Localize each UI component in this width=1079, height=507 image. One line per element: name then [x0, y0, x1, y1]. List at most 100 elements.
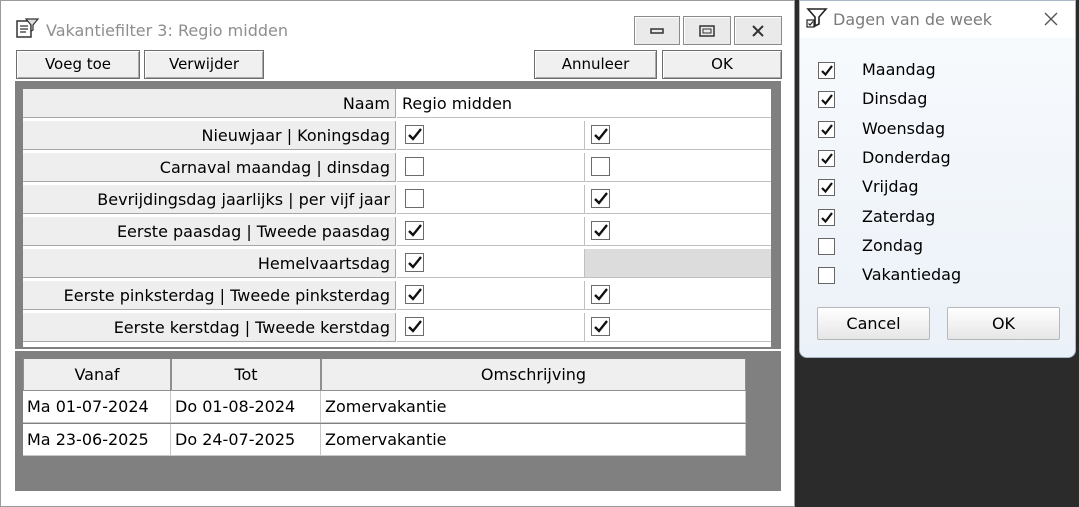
holiday-checkbox-second[interactable] [591, 285, 610, 304]
holiday-checkbox-first[interactable] [405, 285, 424, 304]
close-icon[interactable] [1043, 11, 1059, 27]
holiday-cell-second [585, 185, 771, 214]
vacation-table-body: Vanaf Tot Omschrijving Ma 01-07-2024 Do 01-0… [23, 359, 746, 456]
weekday-checkbox[interactable] [818, 120, 835, 138]
dialog-title-bar[interactable]: Dagen van de week [800, 1, 1075, 38]
holiday-cell-second [585, 153, 771, 182]
vacation-table: Vanaf Tot Omschrijving Ma 01-07-2024 Do 01-0… [15, 351, 781, 491]
weekday-label: Vrijdag [862, 177, 919, 197]
checkmark-icon [594, 128, 608, 141]
checkmark-icon [594, 224, 608, 237]
column-header-description[interactable]: Omschrijving [321, 359, 746, 391]
checkmark-icon [821, 123, 833, 135]
checkmark-icon [594, 320, 608, 333]
holiday-cell-first [397, 313, 585, 342]
add-button[interactable]: Voeg toe [16, 50, 140, 79]
holiday-checkbox-first[interactable] [405, 221, 424, 240]
weekday-checkbox[interactable] [818, 62, 835, 79]
filter-icon [806, 8, 828, 28]
holiday-checkbox-second[interactable] [591, 221, 610, 240]
weekday-checkbox[interactable] [818, 267, 835, 285]
close-icon [752, 24, 764, 37]
holiday-cell-first [397, 185, 585, 214]
maximize-icon [699, 24, 715, 37]
weekday-checkbox[interactable] [818, 149, 835, 167]
weekday-checkbox[interactable] [818, 208, 835, 226]
holiday-checkbox-first[interactable] [405, 125, 424, 144]
dialog-ok-button[interactable]: OK [947, 307, 1060, 340]
holiday-row: Hemelvaartsdag [23, 249, 771, 279]
weekday-option[interactable]: Woensdag [818, 119, 1048, 141]
dialog-body: Cancel OK Maandag Dinsdag Woensdag Donderda… [800, 38, 1075, 357]
remove-button[interactable]: Verwijder [144, 50, 264, 79]
weekday-option[interactable]: Vakantiedag [818, 265, 1048, 287]
name-value: Regio midden [402, 94, 513, 113]
checkmark-icon [821, 153, 833, 165]
checkmark-icon [408, 128, 422, 141]
name-field[interactable]: Regio midden [397, 89, 771, 118]
holiday-row-label: Nieuwjaar | Koningsdag [23, 121, 396, 150]
minimize-button[interactable] [634, 16, 680, 45]
holiday-cell-second [585, 249, 771, 278]
holiday-row-label: Carnaval maandag | dinsdag [23, 153, 396, 182]
holiday-checkbox-first[interactable] [405, 157, 424, 176]
holiday-filter-window: Vakantiefilter 3: Regio midden Voeg toe … [0, 0, 795, 507]
holiday-row: Eerste paasdag | Tweede paasdag [23, 217, 771, 247]
holiday-cell-first [397, 281, 585, 310]
name-row: Naam Regio midden [23, 89, 771, 119]
table-cell[interactable]: Ma 01-07-2024 [23, 391, 171, 423]
holiday-checkbox-second[interactable] [591, 189, 610, 208]
holiday-checkbox-first[interactable] [405, 317, 424, 336]
weekday-option[interactable]: Zondag [818, 236, 1048, 258]
weekday-label: Dinsdag [862, 89, 928, 109]
table-cell[interactable]: Ma 23-06-2025 [23, 424, 171, 456]
maximize-button[interactable] [683, 16, 731, 45]
table-cell[interactable]: Zomervakantie [321, 391, 746, 423]
holiday-cell-first [397, 153, 585, 182]
table-cell[interactable]: Do 01-08-2024 [171, 391, 321, 423]
column-header-to[interactable]: Tot [171, 359, 321, 391]
weekday-checkbox[interactable] [818, 179, 835, 197]
app-icon [16, 18, 40, 38]
holiday-row: Nieuwjaar | Koningsdag [23, 121, 771, 151]
holiday-grid: Naam Regio midden Nieuwjaar | Koningsdag… [15, 81, 781, 349]
window-title: Vakantiefilter 3: Regio midden [46, 21, 289, 40]
table-cell[interactable]: Zomervakantie [321, 424, 746, 456]
weekday-label: Donderdag [862, 147, 951, 167]
holiday-grid-body: Naam Regio midden Nieuwjaar | Koningsdag… [23, 89, 771, 347]
holiday-checkbox-first[interactable] [405, 253, 424, 272]
checkmark-icon [821, 94, 833, 106]
holiday-cell-second [585, 281, 771, 310]
weekday-option[interactable]: Maandag [818, 60, 1048, 82]
holiday-row-label: Eerste paasdag | Tweede paasdag [23, 217, 396, 246]
title-bar[interactable]: Vakantiefilter 3: Regio midden [2, 2, 794, 45]
weekday-checkbox[interactable] [818, 237, 835, 255]
ok-button[interactable]: OK [662, 50, 782, 79]
minimize-icon [650, 27, 664, 34]
holiday-row: Carnaval maandag | dinsdag [23, 153, 771, 183]
holiday-cell-first [397, 249, 585, 278]
column-header-from[interactable]: Vanaf [23, 359, 171, 391]
holiday-checkbox-second[interactable] [591, 317, 610, 336]
holiday-row-label: Hemelvaartsdag [23, 249, 396, 278]
holiday-checkbox-first[interactable] [405, 189, 424, 208]
toolbar: Voeg toe Verwijder Annuleer OK [11, 47, 785, 81]
checkmark-icon [408, 224, 422, 237]
weekday-checkbox[interactable] [818, 91, 835, 109]
dialog-cancel-button[interactable]: Cancel [817, 307, 930, 340]
holiday-row: Eerste kerstdag | Tweede kerstdag [23, 313, 771, 343]
holiday-row: Eerste pinksterdag | Tweede pinksterdag [23, 281, 771, 311]
holiday-cell-first [397, 121, 585, 150]
weekday-option[interactable]: Dinsdag [818, 89, 1048, 111]
holiday-checkbox-second[interactable] [591, 125, 610, 144]
checkmark-icon [821, 182, 833, 194]
table-cell[interactable]: Do 24-07-2025 [171, 424, 321, 456]
weekday-option[interactable]: Donderdag [818, 148, 1048, 170]
cancel-button[interactable]: Annuleer [534, 50, 657, 79]
checkmark-icon [821, 211, 833, 223]
holiday-checkbox-second[interactable] [591, 157, 610, 176]
weekday-option[interactable]: Vrijdag [818, 177, 1048, 199]
weekday-option[interactable]: Zaterdag [818, 207, 1048, 229]
close-button[interactable] [734, 16, 782, 45]
holiday-row: Bevrijdingsdag jaarlijks | per vijf jaar [23, 185, 771, 215]
